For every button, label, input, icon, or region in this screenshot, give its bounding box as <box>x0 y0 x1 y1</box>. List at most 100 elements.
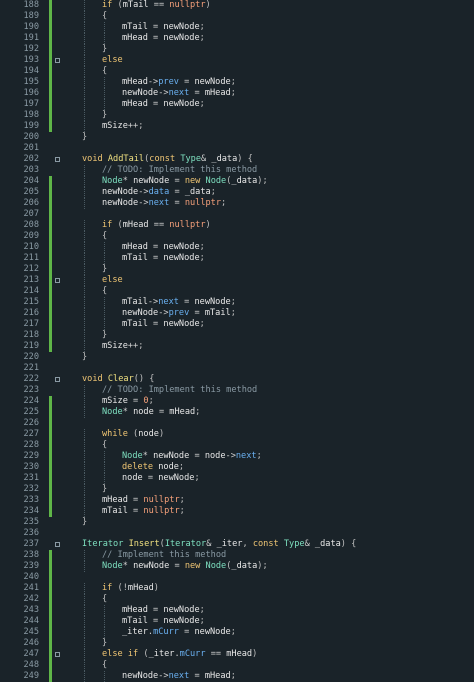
code-line[interactable]: 192} <box>0 44 474 55</box>
code-line[interactable]: 228 { <box>0 440 474 451</box>
code-text[interactable]: { <box>102 440 107 451</box>
code-text[interactable]: mTail = newNode; <box>122 253 205 264</box>
code-text[interactable]: while (node) <box>102 429 164 440</box>
code-line[interactable]: 190 mTail = newNode; <box>0 22 474 33</box>
code-line[interactable]: 242 { <box>0 594 474 605</box>
fold-toggle-icon[interactable] <box>55 157 60 162</box>
code-line[interactable]: 222 void Clear() { <box>0 374 474 385</box>
code-text[interactable]: mHead = newNode; <box>122 242 205 253</box>
code-line[interactable]: 201 <box>0 143 474 154</box>
code-line[interactable]: 233 mHead = nullptr; <box>0 495 474 506</box>
code-line[interactable]: 209 { <box>0 231 474 242</box>
code-line[interactable]: 191 mHead = newNode; <box>0 33 474 44</box>
code-text[interactable]: mHead = newNode; <box>122 605 205 616</box>
code-text[interactable]: } <box>102 484 107 495</box>
code-text[interactable]: if (mTail == nullptr) <box>102 0 211 11</box>
code-line[interactable]: 237 Iterator Insert(Iterator& _iter, cons… <box>0 539 474 550</box>
code-line[interactable]: 231 node = newNode; <box>0 473 474 484</box>
code-text[interactable]: if (!mHead) <box>102 583 159 594</box>
code-line[interactable]: 244 mTail = newNode; <box>0 616 474 627</box>
code-text[interactable]: mHead->prev = newNode; <box>122 77 236 88</box>
code-text[interactable]: _iter.mCurr = newNode; <box>122 627 236 638</box>
fold-toggle-icon[interactable] <box>55 58 60 63</box>
code-line[interactable]: 207 <box>0 209 474 220</box>
fold-toggle-icon[interactable] <box>55 652 60 657</box>
code-text[interactable]: mHead = nullptr; <box>102 495 185 506</box>
code-text[interactable]: newNode->next = mHead; <box>122 671 236 682</box>
code-line[interactable]: 193 else <box>0 55 474 66</box>
code-text[interactable]: mTail = nullptr; <box>102 506 185 517</box>
code-text[interactable]: } <box>102 330 107 341</box>
code-text[interactable]: Node* newNode = node->next; <box>122 451 262 462</box>
code-text[interactable]: Node* newNode = new Node(_data); <box>102 176 268 187</box>
code-line[interactable]: 229 Node* newNode = node->next; <box>0 451 474 462</box>
code-text[interactable]: delete node; <box>122 462 184 473</box>
code-line[interactable]: 236 <box>0 528 474 539</box>
code-line[interactable]: 238 // Implement this method <box>0 550 474 561</box>
code-text[interactable]: mTail->next = newNode; <box>122 297 236 308</box>
code-line[interactable]: 224 mSize = 0; <box>0 396 474 407</box>
code-text[interactable]: } <box>102 110 107 121</box>
code-text[interactable]: newNode->data = _data; <box>102 187 216 198</box>
code-line[interactable]: 205 newNode->data = _data; <box>0 187 474 198</box>
code-line[interactable]: 198} <box>0 110 474 121</box>
code-line[interactable]: 240 <box>0 572 474 583</box>
code-line[interactable]: 195 mHead->prev = newNode; <box>0 77 474 88</box>
code-text[interactable]: Node* node = mHead; <box>102 407 200 418</box>
code-text[interactable]: if (mHead == nullptr) <box>102 220 211 231</box>
code-line[interactable]: 212} <box>0 264 474 275</box>
code-text[interactable]: } <box>102 638 107 649</box>
code-line[interactable]: 230 delete node; <box>0 462 474 473</box>
code-text[interactable]: mSize = 0; <box>102 396 154 407</box>
code-text[interactable]: mHead = newNode; <box>122 33 205 44</box>
code-text[interactable]: mTail = newNode; <box>122 319 205 330</box>
code-text[interactable]: mSize++; <box>102 341 143 352</box>
fold-toggle-icon[interactable] <box>55 278 60 283</box>
code-line[interactable]: 218} <box>0 330 474 341</box>
code-line[interactable]: 246} <box>0 638 474 649</box>
code-line[interactable]: 243 mHead = newNode; <box>0 605 474 616</box>
code-line[interactable]: 221 <box>0 363 474 374</box>
code-text[interactable]: { <box>102 660 107 671</box>
code-editor[interactable]: 188 if (mTail == nullptr) 189 {190 mTail = n… <box>0 0 474 682</box>
code-line[interactable]: 223 // TODO: Implement this method <box>0 385 474 396</box>
code-line[interactable]: 241 if (!mHead) <box>0 583 474 594</box>
code-text[interactable]: mSize++; <box>102 121 143 132</box>
code-line[interactable]: 202 void AddTail(const Type& _data) { <box>0 154 474 165</box>
code-text[interactable]: Iterator Insert(Iterator& _iter, const T… <box>82 539 356 550</box>
code-line[interactable]: 188 if (mTail == nullptr) <box>0 0 474 11</box>
code-text[interactable]: } <box>82 132 87 143</box>
code-line[interactable]: 248 { <box>0 660 474 671</box>
code-text[interactable]: { <box>102 594 107 605</box>
code-line[interactable]: 214 { <box>0 286 474 297</box>
fold-toggle-icon[interactable] <box>55 542 60 547</box>
code-line[interactable]: 197 mHead = newNode; <box>0 99 474 110</box>
code-line[interactable]: 200} <box>0 132 474 143</box>
code-text[interactable]: { <box>102 66 107 77</box>
code-line[interactable]: 217 mTail = newNode; <box>0 319 474 330</box>
fold-toggle-icon[interactable] <box>55 377 60 382</box>
code-text[interactable]: mTail = newNode; <box>122 616 205 627</box>
code-line[interactable]: 213 else <box>0 275 474 286</box>
code-text[interactable]: else <box>102 275 123 286</box>
code-line[interactable]: 196 newNode->next = mHead; <box>0 88 474 99</box>
code-line[interactable]: 245 _iter.mCurr = newNode; <box>0 627 474 638</box>
code-line[interactable]: 226 <box>0 418 474 429</box>
code-text[interactable]: newNode->next = mHead; <box>122 88 236 99</box>
code-text[interactable]: void Clear() { <box>82 374 154 385</box>
code-text[interactable]: newNode->next = nullptr; <box>102 198 226 209</box>
code-text[interactable]: mHead = newNode; <box>122 99 205 110</box>
code-line[interactable]: 215 mTail->next = newNode; <box>0 297 474 308</box>
code-text[interactable]: else if (_iter.mCurr == mHead) <box>102 649 257 660</box>
code-line[interactable]: 210 mHead = newNode; <box>0 242 474 253</box>
code-text[interactable]: else <box>102 55 123 66</box>
code-line[interactable]: 194 { <box>0 66 474 77</box>
code-line[interactable]: 219 mSize++; <box>0 341 474 352</box>
code-line[interactable]: 204 Node* newNode = new Node(_data); <box>0 176 474 187</box>
code-text[interactable]: } <box>82 517 87 528</box>
code-line[interactable]: 232} <box>0 484 474 495</box>
code-line[interactable]: 199 mSize++; <box>0 121 474 132</box>
code-line[interactable]: 208 if (mHead == nullptr) <box>0 220 474 231</box>
code-text[interactable]: // TODO: Implement this method <box>102 165 257 176</box>
code-text[interactable]: Node* newNode = new Node(_data); <box>102 561 268 572</box>
